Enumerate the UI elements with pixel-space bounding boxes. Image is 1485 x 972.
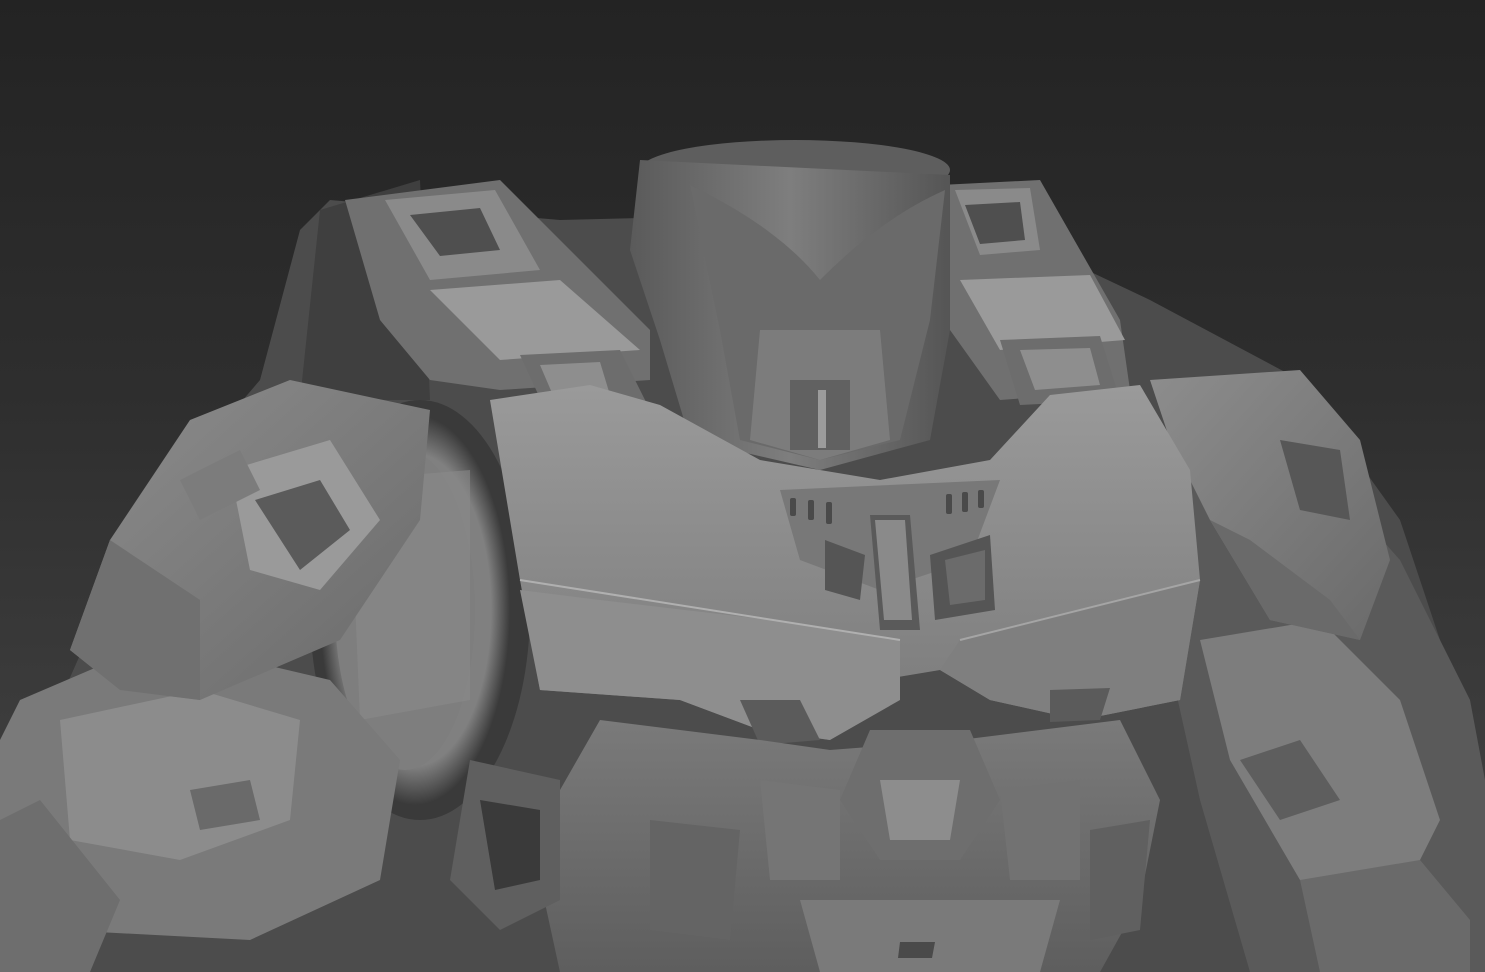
armor-render: [0, 140, 1485, 972]
abdomen: [540, 720, 1160, 972]
render-viewport: [0, 0, 1485, 972]
